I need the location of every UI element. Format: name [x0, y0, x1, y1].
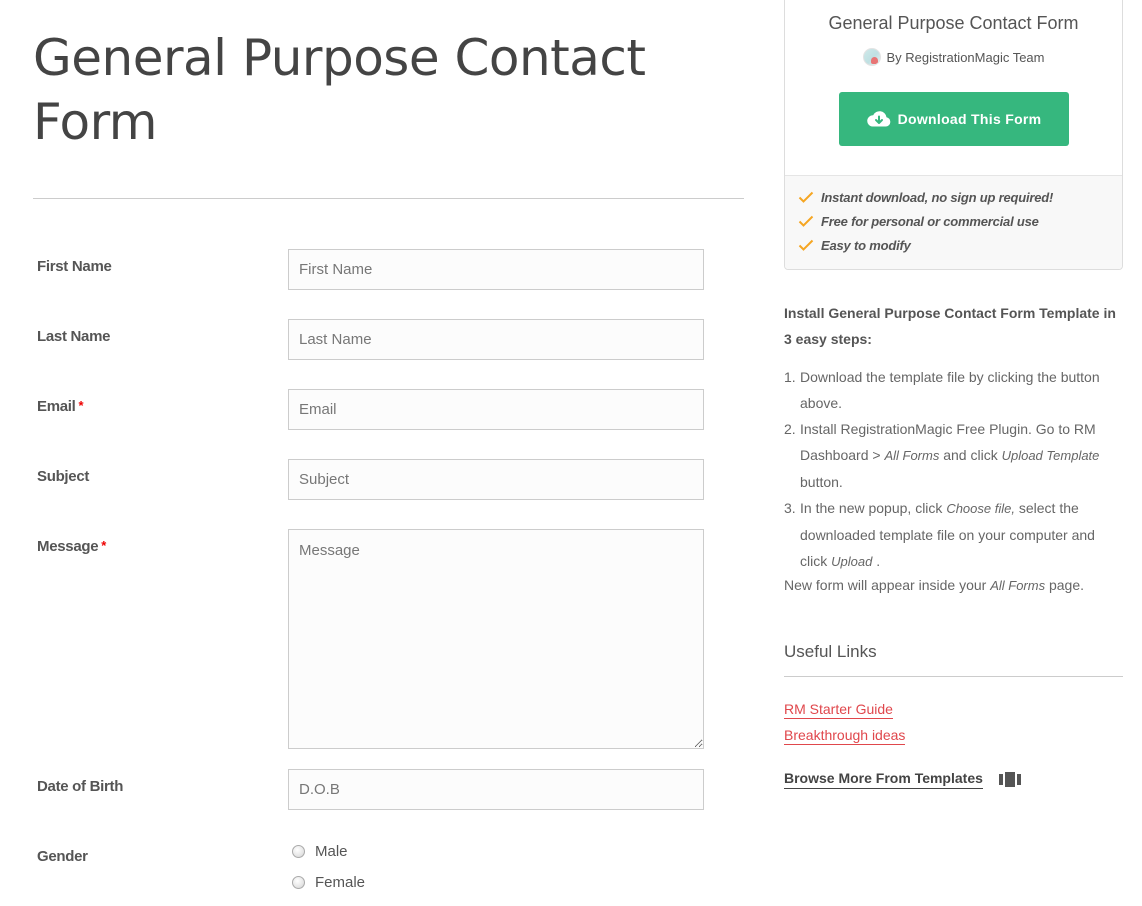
- radio-female[interactable]: [292, 876, 305, 889]
- email-label: Email *: [37, 398, 84, 415]
- browse-templates[interactable]: Browse More From Templates: [784, 769, 1021, 789]
- gender-option-male[interactable]: Male: [292, 843, 348, 860]
- check-icon: [798, 215, 814, 227]
- rm-starter-guide-link[interactable]: RM Starter Guide: [784, 700, 893, 719]
- links-divider: [784, 676, 1123, 677]
- subject-label: Subject: [37, 468, 90, 485]
- required-marker: *: [101, 538, 107, 553]
- useful-links-heading: Useful Links: [784, 642, 877, 661]
- subject-input[interactable]: [288, 459, 704, 500]
- last-name-input[interactable]: [288, 319, 704, 360]
- columns-icon[interactable]: [998, 771, 1021, 787]
- download-form-button[interactable]: Download This Form: [839, 92, 1069, 146]
- card-title: General Purpose Contact Form: [828, 13, 1079, 33]
- required-marker: *: [78, 398, 84, 413]
- message-label: Message *: [37, 538, 107, 555]
- gender-option-female[interactable]: Female: [292, 874, 365, 891]
- last-name-label: Last Name: [37, 328, 111, 345]
- feature-item: Free for personal or commercial use: [785, 209, 1122, 233]
- radio-label-female: Female: [315, 874, 366, 891]
- gender-label: Gender: [37, 848, 88, 865]
- radio-male[interactable]: [292, 845, 305, 858]
- title-divider: [33, 198, 744, 199]
- card-author: By RegistrationMagic Team: [785, 48, 1122, 66]
- install-steps: 1. Download the template file by clickin…: [784, 364, 1124, 575]
- download-card: General Purpose Contact Form By Registra…: [784, 0, 1123, 270]
- browse-templates-link[interactable]: Browse More From Templates: [784, 769, 983, 789]
- email-input[interactable]: [288, 389, 704, 430]
- dob-label: Date of Birth: [37, 778, 124, 795]
- install-step: 1. Download the template file by clickin…: [784, 369, 1100, 411]
- check-icon: [798, 191, 814, 203]
- check-icon: [798, 239, 814, 251]
- first-name-label: First Name: [37, 258, 112, 275]
- page-title: General Purpose Contact Form: [33, 29, 646, 151]
- radio-label-male: Male: [315, 843, 348, 860]
- feature-item: Easy to modify: [785, 233, 1122, 257]
- feature-list: Instant download, no sign up required! F…: [785, 175, 1122, 269]
- install-heading: Install General Purpose Contact Form Tem…: [784, 305, 1116, 347]
- feature-item: Instant download, no sign up required!: [785, 185, 1122, 209]
- install-step: 2. Install RegistrationMagic Free Plugin…: [784, 421, 1100, 490]
- author-avatar-icon: [862, 48, 881, 66]
- breakthrough-ideas-link[interactable]: Breakthrough ideas: [784, 726, 906, 745]
- author-name: By RegistrationMagic Team: [886, 49, 1045, 65]
- install-footer: New form will appear inside your All For…: [784, 577, 1085, 593]
- dob-input[interactable]: [288, 769, 704, 810]
- install-step: 3. In the new popup, click Choose file, …: [784, 500, 1095, 569]
- download-label: Download This Form: [897, 111, 1042, 127]
- first-name-input[interactable]: [288, 249, 704, 290]
- cloud-download-icon: [866, 111, 890, 127]
- message-textarea[interactable]: [288, 529, 704, 749]
